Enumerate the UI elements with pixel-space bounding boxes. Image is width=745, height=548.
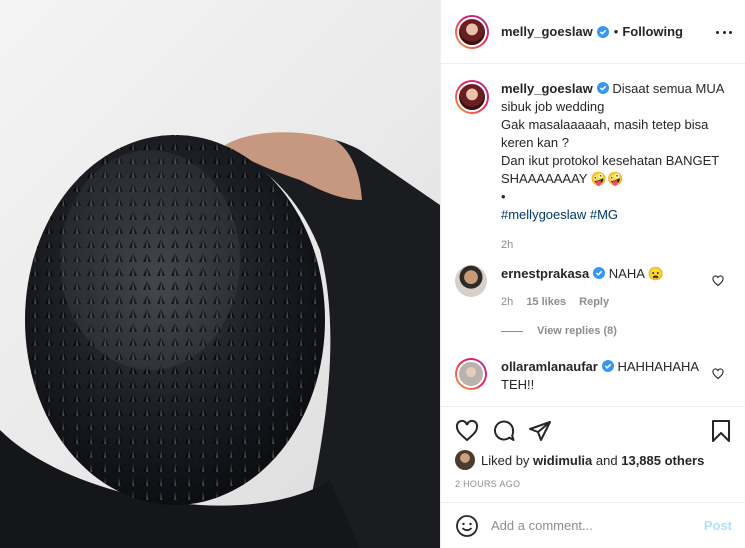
author-username[interactable]: melly_goeslaw (501, 24, 593, 39)
caption-line: Gak masalaaaaah, masih tetep bisa (501, 117, 709, 132)
commenter-username[interactable]: ollaramlanaufar (501, 359, 598, 374)
liker-avatar[interactable] (455, 450, 475, 470)
caption-line: • (501, 189, 506, 204)
instagram-post: melly_goeslaw • Following melly_goeslaw … (0, 0, 745, 548)
caption-username[interactable]: melly_goeslaw (501, 81, 593, 96)
comment-time[interactable]: 2h (501, 296, 513, 308)
comment-item: ollaramlanaufar HAHHAHAHA TEH!! (455, 358, 740, 394)
likes-summary: Liked by widimulia and 13,885 others (455, 450, 704, 470)
view-replies-button[interactable]: View replies (8) (501, 325, 617, 337)
author-avatar[interactable] (455, 14, 489, 49)
emoji-smiley-icon[interactable] (455, 514, 479, 538)
reply-button[interactable]: Reply (579, 296, 609, 308)
caption-avatar[interactable] (455, 80, 489, 114)
verified-badge-icon (596, 25, 609, 38)
commenter-username[interactable]: ernestprakasa (501, 266, 589, 281)
post-comment-button[interactable]: Post (704, 518, 732, 533)
share-paper-plane-icon[interactable] (528, 419, 552, 443)
post-photo[interactable] (0, 0, 440, 548)
comment-text: NAHA 😦 (608, 266, 664, 281)
like-heart-icon[interactable] (455, 419, 479, 443)
post-actions (441, 406, 745, 454)
post-header: melly_goeslaw • Following (441, 0, 745, 64)
verified-badge-icon (601, 360, 614, 372)
liker-username[interactable]: widimulia (533, 453, 592, 468)
comment-meta: 2h 15 likes Reply (501, 293, 701, 311)
like-comment-icon[interactable] (712, 275, 724, 287)
comment-text: TEH!! (501, 377, 535, 392)
likes-count[interactable]: 13,885 others (621, 453, 704, 468)
save-bookmark-icon[interactable] (709, 419, 733, 443)
comment-item: ernestprakasa NAHA 😦 2h 15 likes Reply (455, 265, 740, 311)
caption-line: sibuk job wedding (501, 99, 605, 114)
spiked-mask-image (0, 132, 440, 548)
comment-text: HAHHAHAHA (617, 359, 700, 374)
caption-line: SHAAAAAAAY 🤪🤪 (501, 171, 624, 186)
post-side-panel: melly_goeslaw • Following melly_goeslaw … (440, 0, 745, 548)
following-button[interactable]: Following (622, 24, 683, 39)
more-options-icon[interactable] (716, 24, 732, 40)
verified-badge-icon (593, 267, 606, 279)
caption-time[interactable]: 2h (501, 236, 724, 254)
caption-line: Dan ikut protokol kesehatan BANGET (501, 153, 720, 168)
caption-hashtags[interactable]: #mellygoeslaw #MG (501, 206, 724, 224)
view-replies-label: View replies (8) (537, 325, 617, 337)
comment-input[interactable] (491, 518, 691, 533)
caption-line: keren kan ? (501, 135, 569, 150)
add-comment-bar: Post (441, 502, 745, 548)
likes-prefix: Liked by (481, 452, 530, 468)
like-comment-icon[interactable] (712, 368, 724, 380)
commenter-avatar[interactable] (455, 358, 487, 390)
header-separator: • (613, 24, 619, 39)
commenter-avatar[interactable] (455, 265, 487, 297)
verified-badge-icon (596, 82, 609, 94)
post-timestamp[interactable]: 2 HOURS AGO (455, 479, 520, 489)
comment-likes[interactable]: 15 likes (526, 296, 566, 308)
comment-bubble-icon[interactable] (492, 419, 516, 443)
caption-line: Disaat semua MUA (612, 81, 725, 96)
post-caption: melly_goeslaw Disaat semua MUA sibuk job… (455, 80, 735, 254)
likes-conjunction: and (595, 452, 618, 468)
